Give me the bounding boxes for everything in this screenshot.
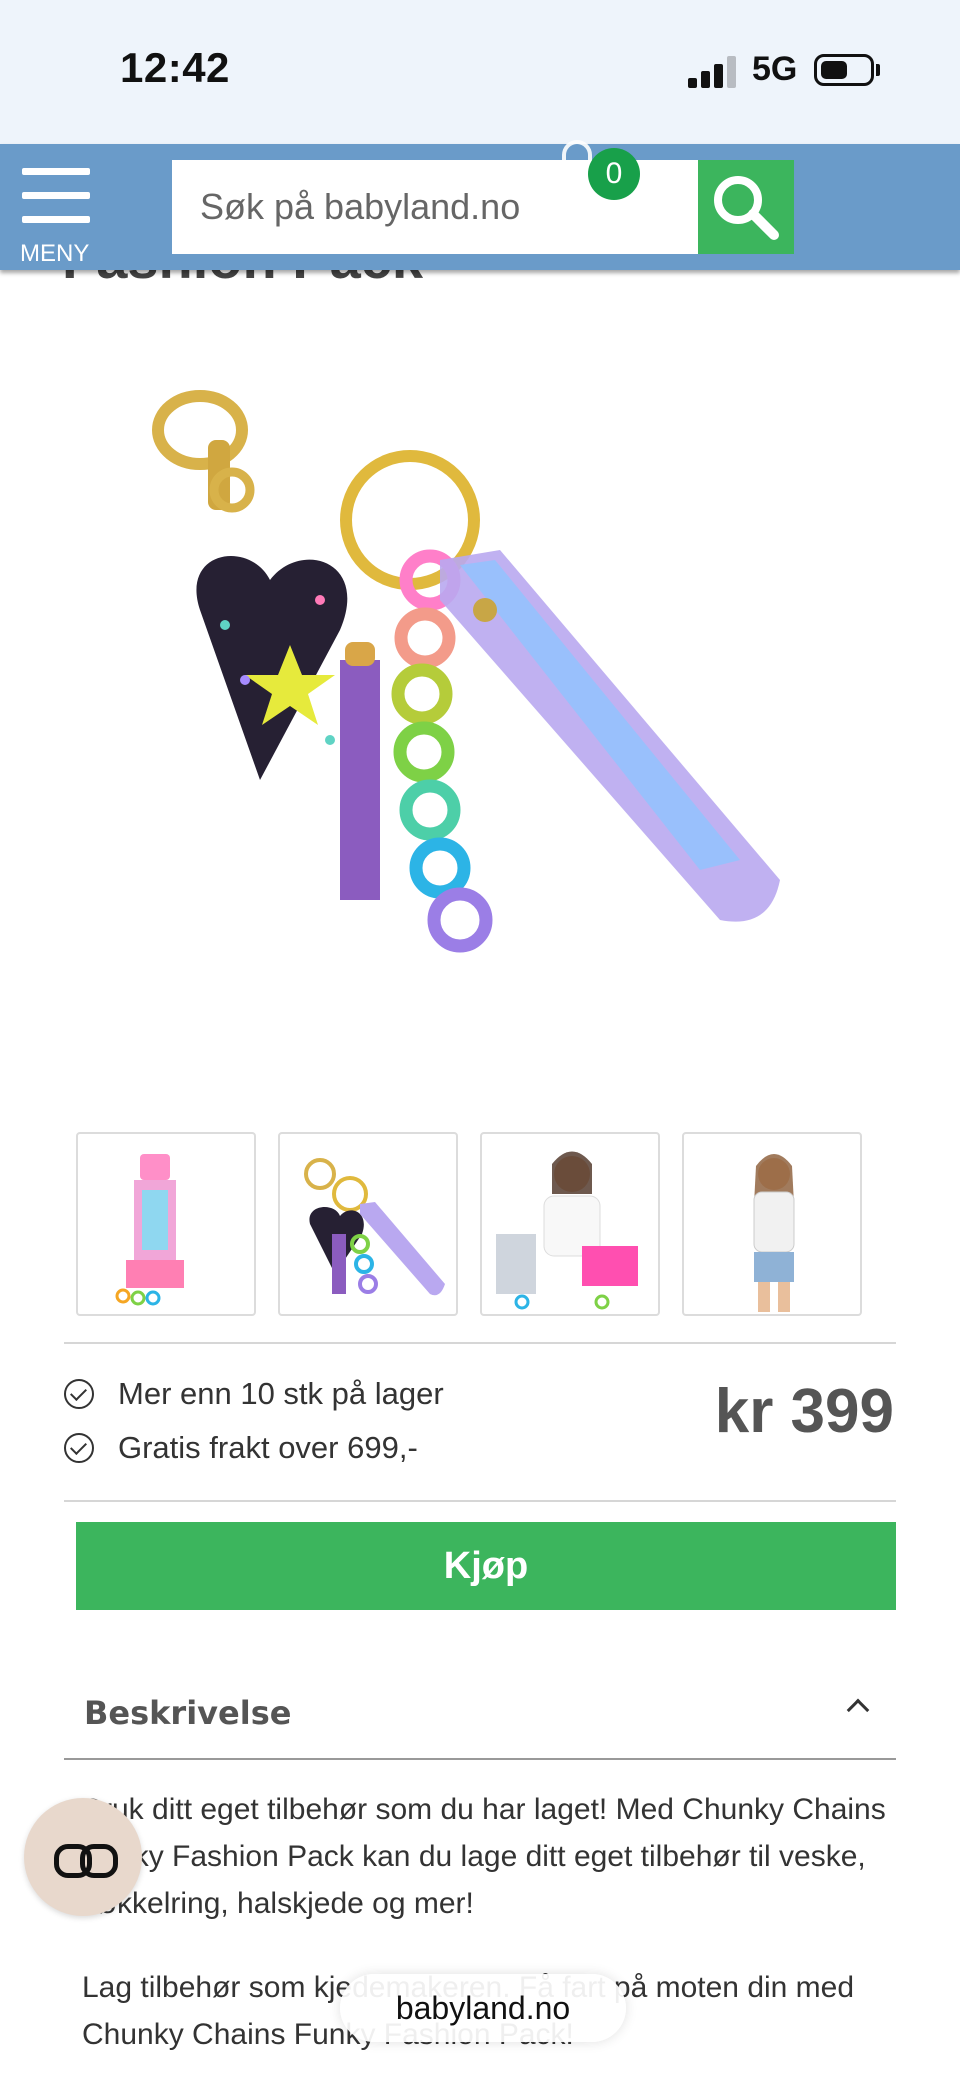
status-time: 12:42 xyxy=(120,44,230,91)
hamburger-bar xyxy=(22,192,90,199)
product-price: kr 399 xyxy=(714,1377,894,1446)
search-icon xyxy=(714,176,779,240)
thumbnail-girl-posing[interactable] xyxy=(682,1132,862,1316)
product-image[interactable] xyxy=(140,360,820,1000)
hamburger-bar xyxy=(22,216,90,223)
cart-count-badge[interactable]: 0 xyxy=(588,148,640,200)
stock-text: Mer enn 10 stk på lager xyxy=(118,1376,444,1411)
site-header: MENY 0 xyxy=(0,140,960,270)
shipping-info: Gratis frakt over 699,- xyxy=(64,1430,418,1466)
signal-icon xyxy=(688,56,738,88)
description-heading: Beskrivelse xyxy=(84,1694,292,1732)
product-title: Fashion Pack xyxy=(62,270,423,291)
battery-icon xyxy=(814,54,874,86)
thumbnail-keychain[interactable] xyxy=(278,1132,458,1316)
stock-status: Mer enn 10 stk på lager xyxy=(64,1376,444,1412)
chat-button[interactable] xyxy=(24,1798,142,1916)
thumbnail-image xyxy=(304,1158,445,1296)
divider xyxy=(64,1500,896,1502)
battery-tip xyxy=(876,64,880,76)
thumbnail-image xyxy=(115,1154,184,1306)
divider xyxy=(64,1342,896,1344)
chevron-up-icon xyxy=(846,1698,870,1722)
thumbnail-image xyxy=(496,1151,638,1310)
check-circle-icon xyxy=(64,1433,94,1463)
cart-icon[interactable] xyxy=(562,140,592,164)
network-label: 5G xyxy=(752,50,798,88)
shipping-text: Gratis frakt over 699,- xyxy=(118,1430,418,1465)
search-button[interactable] xyxy=(698,160,794,254)
thumbnail-girl-with-kit[interactable] xyxy=(480,1132,660,1316)
check-circle-icon xyxy=(64,1379,94,1409)
title-clip: Fashion Pack xyxy=(0,270,960,306)
thumbnail-image xyxy=(753,1154,795,1312)
description-paragraph-1: Bruk ditt eget tilbehør som du har laget… xyxy=(82,1793,886,1920)
thumbnail-tower-kit[interactable] xyxy=(76,1132,256,1316)
hamburger-icon xyxy=(22,168,90,175)
status-bar: 12:42 5G xyxy=(0,0,960,144)
buy-button[interactable]: Kjøp xyxy=(76,1522,896,1610)
description-accordion[interactable]: Beskrivelse xyxy=(64,1676,896,1760)
browser-url-bar[interactable]: babyland.no xyxy=(340,1974,626,2042)
menu-label: MENY xyxy=(20,240,90,267)
